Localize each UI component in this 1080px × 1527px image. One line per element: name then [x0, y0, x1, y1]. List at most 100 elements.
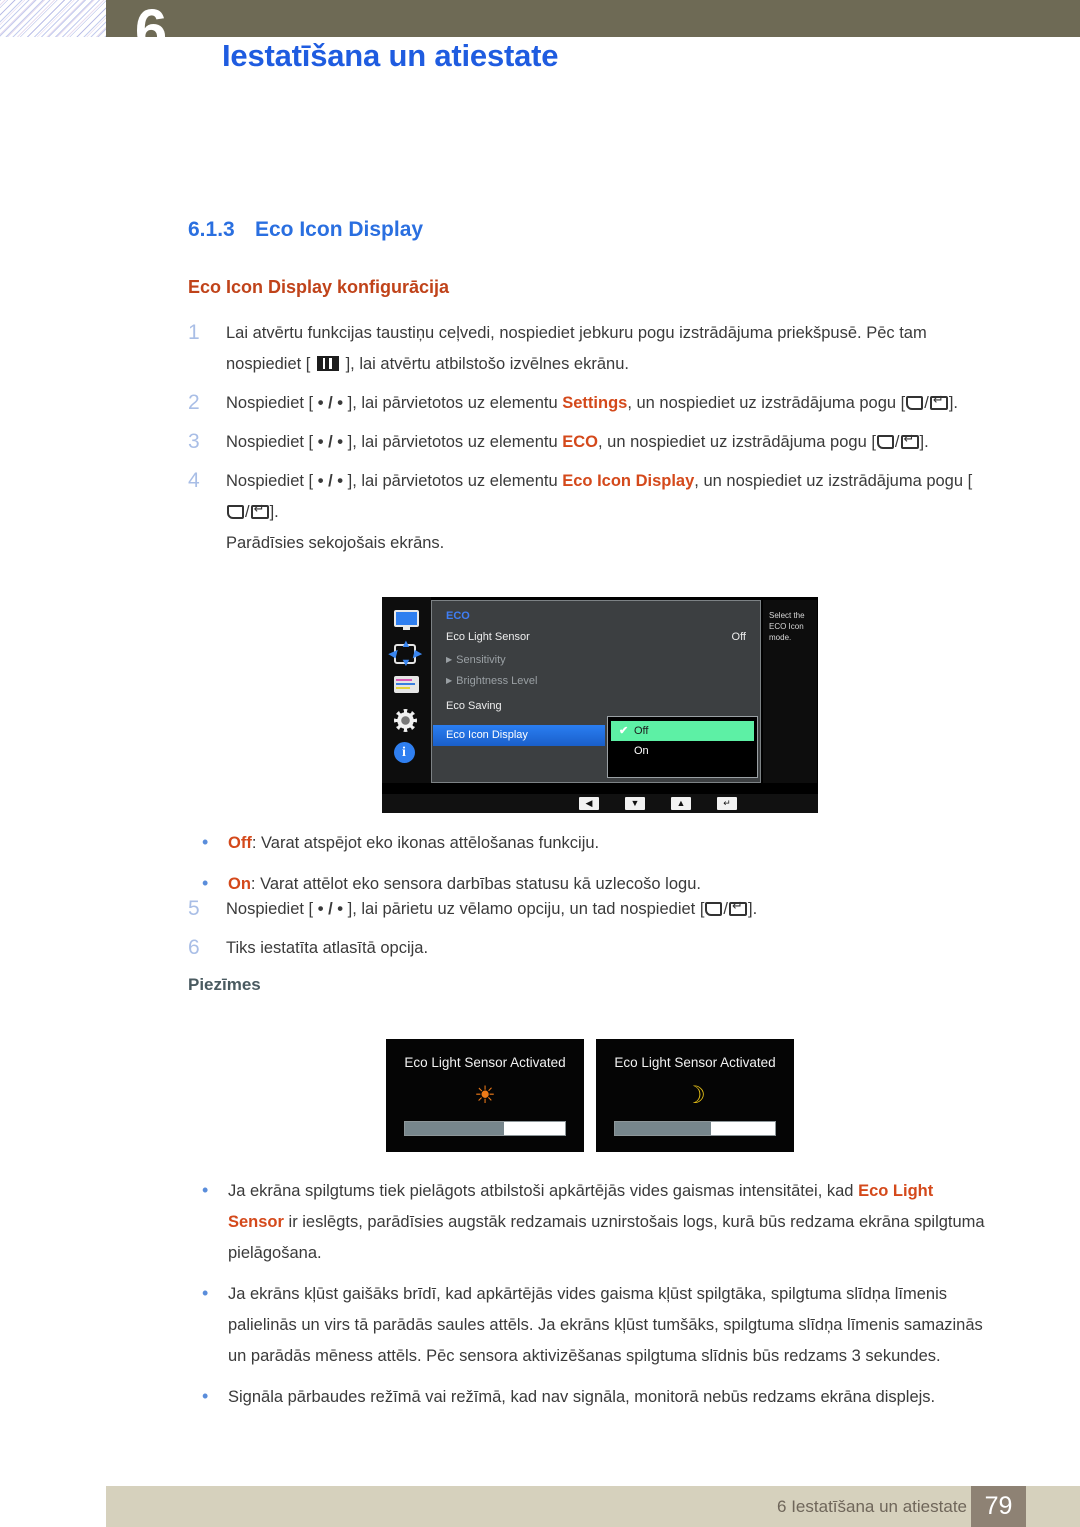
brightness-slider-sun: [404, 1121, 566, 1136]
procedure-steps: 1 Lai atvērtu funkcijas taustiņu ceļvedi,…: [188, 318, 988, 567]
step-text: Nospiediet [ • / • ], lai pārietu uz vēl…: [226, 894, 988, 925]
step-number: 5: [188, 897, 200, 920]
osd-panel: ECO Eco Light Sensor Off ▶ Sensitivity ▶ Brig…: [431, 600, 761, 783]
osd-dropdown-option[interactable]: On: [608, 741, 757, 762]
osd-dropdown-option[interactable]: ✔ Off: [611, 721, 754, 741]
dot-slash-dot-key-icon: • / •: [317, 900, 344, 918]
bullet-dot-icon: •: [202, 1180, 209, 1200]
enter-key-icon: [250, 502, 269, 519]
sun-icon: ☀: [474, 1082, 496, 1109]
step-number: 2: [188, 391, 200, 414]
step-item: 3 Nospiediet [ • / • ], lai pārvietotos u…: [188, 427, 988, 458]
moon-icon: ☽: [684, 1082, 706, 1109]
bullet-item: • Off: Varat atspējot eko ikonas attēloša…: [188, 828, 988, 859]
step-text: Nospiediet [ • / • ], lai pārvietotos uz…: [226, 427, 988, 458]
step-item: 1 Lai atvērtu funkcijas taustiņu ceļvedi,…: [188, 318, 988, 380]
down-arrow-button[interactable]: ▼: [625, 797, 645, 810]
footer-text: 6 Iestatīšana un atiestate: [777, 1497, 967, 1516]
step-item: 2 Nospiediet [ • / • ], lai pārvietotos u…: [188, 388, 988, 419]
osd-menu-screenshot: ▲ ▼ ◀ ▶ i ECO Eco Light Sensor Off ▶ Sensitivi…: [382, 597, 818, 813]
dot-slash-dot-key-icon: • / •: [317, 472, 344, 490]
inline-highlight: Settings: [562, 394, 628, 412]
header-olive-bar: [106, 0, 1080, 37]
bullet-text: Ja ekrāna spilgtums tiek pielāgots atbil…: [228, 1182, 985, 1262]
bullet-item: • Ja ekrāns kļūst gaišāks brīdī, kad apkā…: [188, 1279, 988, 1372]
left-arrow-button[interactable]: ◀: [579, 797, 599, 810]
back-key-icon: [906, 396, 924, 410]
footer-page-number: 79: [971, 1486, 1026, 1527]
osd-row[interactable]: ▶ Sensitivity: [446, 654, 506, 666]
osd-row[interactable]: Eco Light Sensor: [446, 631, 530, 643]
osd-row[interactable]: ▶ Brightness Level: [446, 675, 537, 687]
inline-highlight: Eco Icon Display: [562, 472, 695, 490]
brightness-slider-moon: [614, 1121, 776, 1136]
osd-sidebar: ▲ ▼ ◀ ▶ i: [382, 597, 431, 783]
decorative-hatch-pattern: [0, 0, 106, 37]
section-heading: 6.1.3 Eco Icon Display: [188, 218, 423, 242]
osd-row[interactable]: Eco Saving: [446, 700, 502, 712]
step-item: 6 Tiks iestatīta atlasītā opcija.: [188, 933, 988, 964]
enter-key-icon: [729, 899, 748, 916]
osd-row-value: Off: [731, 631, 746, 643]
back-enter-key-icon: /: [876, 432, 920, 451]
bullet-dot-icon: •: [202, 873, 209, 893]
up-arrow-button[interactable]: ▲: [671, 797, 691, 810]
inline-highlight: ECO: [562, 433, 598, 451]
step-text: Nospiediet [ • / • ], lai pārvietotos uz…: [226, 388, 988, 419]
back-key-icon: [705, 902, 723, 916]
bullet-text: Signāla pārbaudes režīmā vai režīmā, kad…: [228, 1388, 936, 1406]
osd-selected-row[interactable]: Eco Icon Display: [433, 725, 605, 746]
sensor-popup-sun: Eco Light Sensor Activated ☀: [386, 1039, 584, 1152]
sensor-popup-moon: Eco Light Sensor Activated ☽: [596, 1039, 794, 1152]
osd-dropdown-list: ✔ Off On: [608, 721, 757, 762]
color-bars-icon: [393, 676, 420, 698]
inline-highlight: Off: [228, 834, 252, 852]
enter-key-icon: [900, 432, 919, 449]
section-number: 6.1.3: [188, 218, 235, 241]
osd-nav-bar: ◀ ▼ ▲ ↵: [382, 794, 818, 813]
dot-slash-dot-key-icon: • / •: [317, 394, 344, 412]
enter-button[interactable]: ↵: [717, 797, 737, 810]
move-arrows-icon: ▲ ▼ ◀ ▶: [387, 638, 422, 669]
monitor-icon: [393, 610, 420, 632]
note-bullets: • Ja ekrāna spilgtums tiek pielāgots atbi…: [188, 1176, 988, 1423]
bullet-dot-icon: •: [202, 1386, 209, 1406]
step-number: 3: [188, 430, 200, 453]
step-number: 1: [188, 321, 200, 344]
step-number: 4: [188, 469, 200, 492]
step-text: Tiks iestatīta atlasītā opcija.: [226, 939, 429, 957]
check-icon: ✔: [619, 725, 629, 737]
back-enter-key-icon: /: [905, 393, 949, 412]
sensor-label: Eco Light Sensor Activated: [404, 1055, 566, 1070]
osd-dropdown[interactable]: ✔ Off On: [607, 716, 758, 778]
step-number: 6: [188, 936, 200, 959]
step-item: 5 Nospiediet [ • / • ], lai pārietu uz vē…: [188, 894, 988, 925]
sensor-label: Eco Light Sensor Activated: [614, 1055, 776, 1070]
back-enter-key-icon: /: [226, 502, 270, 521]
notes-heading: Piezīmes: [188, 975, 261, 994]
procedure-steps-continued: 5 Nospiediet [ • / • ], lai pārietu uz vē…: [188, 894, 988, 972]
osd-menu-title: ECO: [446, 610, 470, 622]
info-icon: i: [393, 742, 420, 764]
chapter-number: 6: [134, 2, 168, 60]
gear-icon: [393, 709, 420, 732]
bullet-item: • Ja ekrāna spilgtums tiek pielāgots atbi…: [188, 1176, 988, 1269]
bullet-dot-icon: •: [202, 1283, 209, 1303]
dot-slash-dot-key-icon: • / •: [317, 433, 344, 451]
back-enter-key-icon: /: [704, 899, 748, 918]
step-item: 4 Nospiediet [ • / • ], lai pārvietotos u…: [188, 466, 988, 559]
bullet-dot-icon: •: [202, 832, 209, 852]
enter-key-icon: [929, 393, 948, 410]
section-subtitle: Eco Icon Display konfigurācija: [188, 277, 450, 297]
submenu-arrow-icon: ▶: [446, 676, 453, 685]
bullet-text: Ja ekrāns kļūst gaišāks brīdī, kad apkār…: [228, 1285, 983, 1365]
sensor-popup-group: Eco Light Sensor Activated ☀ Eco Light S…: [386, 1039, 794, 1152]
section-title: Eco Icon Display: [255, 218, 424, 241]
osd-help-text: Select the ECO Icon mode.: [763, 600, 817, 783]
bullet-text: Off: Varat atspējot eko ikonas attēlošan…: [228, 834, 600, 852]
back-key-icon: [876, 435, 894, 449]
submenu-arrow-icon: ▶: [446, 655, 453, 664]
menu-key-icon: [316, 356, 339, 371]
inline-highlight: Eco Light Sensor: [228, 1182, 934, 1231]
step-text: Lai atvērtu funkcijas taustiņu ceļvedi, …: [226, 324, 927, 373]
